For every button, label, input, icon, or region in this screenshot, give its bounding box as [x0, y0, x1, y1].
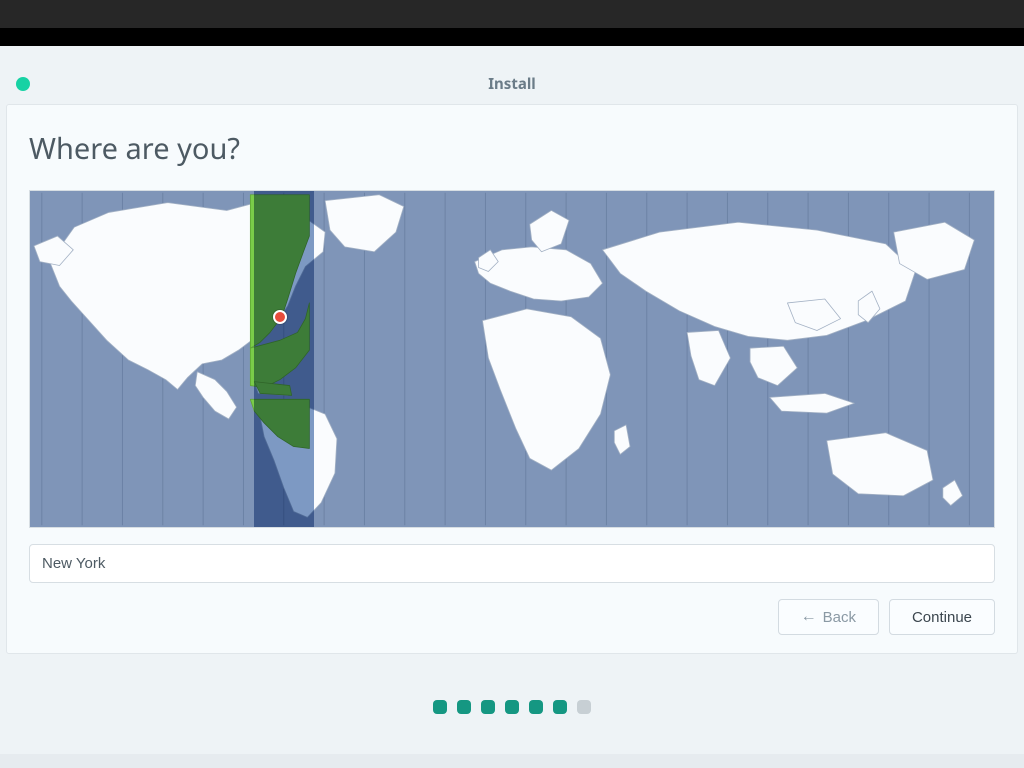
- window-close-button[interactable]: [16, 77, 30, 91]
- timezone-band-overlay: [254, 191, 314, 527]
- back-button[interactable]: ← Back: [778, 599, 879, 635]
- installer-window: Install Where are you?: [0, 64, 1024, 754]
- progress-dot: [433, 700, 447, 714]
- map-svg: [30, 191, 994, 527]
- window-title: Install: [0, 74, 1024, 94]
- navigation-buttons: ← Back Continue: [29, 599, 995, 635]
- location-marker[interactable]: [273, 310, 287, 324]
- back-button-label: Back: [823, 609, 856, 626]
- desktop-top-bar: [0, 0, 1024, 28]
- content-card: Where are you?: [6, 104, 1018, 654]
- window-titlebar: Install: [0, 64, 1024, 104]
- page-heading: Where are you?: [29, 129, 995, 168]
- progress-dot: [457, 700, 471, 714]
- continue-button[interactable]: Continue: [889, 599, 995, 635]
- progress-dot: [553, 700, 567, 714]
- progress-dot: [577, 700, 591, 714]
- progress-dot: [481, 700, 495, 714]
- progress-dot: [505, 700, 519, 714]
- continue-button-label: Continue: [912, 609, 972, 626]
- location-input[interactable]: [29, 544, 995, 583]
- world-map[interactable]: [29, 190, 995, 528]
- arrow-left-icon: ←: [801, 608, 817, 626]
- content-gap: [0, 46, 1024, 64]
- progress-dots: [0, 700, 1024, 714]
- landmasses: [34, 195, 974, 518]
- progress-dot: [529, 700, 543, 714]
- desktop-second-bar: [0, 28, 1024, 46]
